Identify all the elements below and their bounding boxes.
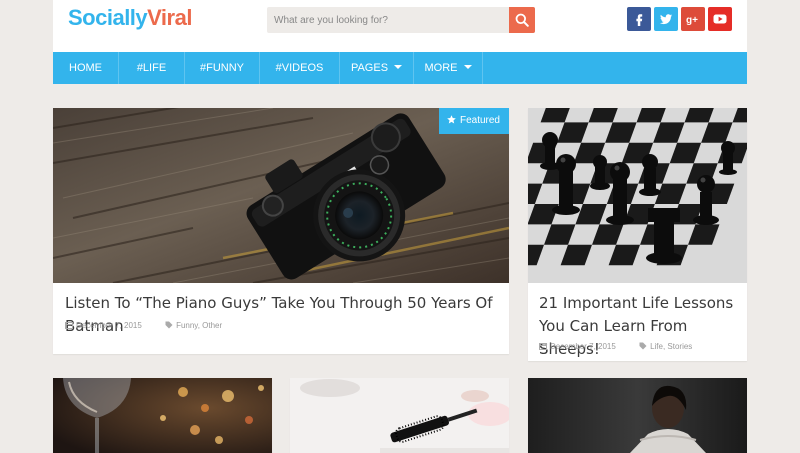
twitter-icon	[660, 14, 672, 25]
search-icon	[515, 13, 529, 27]
facebook-button[interactable]	[627, 7, 651, 31]
post-date: December 7, 2015	[550, 342, 616, 351]
calendar-icon	[539, 342, 547, 352]
tag-icon	[639, 342, 647, 352]
facebook-icon	[636, 14, 643, 26]
site-header: SociallyViral g+	[53, 0, 747, 52]
site-logo[interactable]: SociallyViral	[68, 5, 192, 31]
search-box	[267, 7, 535, 33]
chevron-down-icon	[463, 65, 472, 69]
post-card[interactable]: 21 Important Life Lessons You Can Learn …	[528, 108, 747, 361]
youtube-button[interactable]	[708, 7, 732, 31]
post-card[interactable]	[528, 378, 747, 453]
camera-image	[53, 108, 509, 283]
post-thumbnail-chess[interactable]	[528, 108, 747, 283]
main-navigation: HOME #LIFE #FUNNY #VIDEOS PAGES MORE	[53, 52, 747, 84]
nav-item-life[interactable]: #LIFE	[119, 52, 185, 84]
post-meta: December 7, 2015 Funny, Other	[65, 321, 222, 331]
post-card[interactable]	[53, 378, 272, 453]
post-title[interactable]: Listen To “The Piano Guys” Take You Thro…	[65, 292, 505, 338]
post-categories[interactable]: Funny, Other	[176, 321, 222, 330]
post-categories[interactable]: Life, Stories	[650, 342, 692, 351]
post-thumbnail-mascara[interactable]	[290, 378, 509, 453]
nav-item-more[interactable]: MORE	[414, 52, 483, 84]
search-button[interactable]	[509, 7, 535, 33]
post-card[interactable]	[290, 378, 509, 453]
post-card[interactable]: Featured Listen To “The Piano Guys” Take…	[53, 108, 509, 354]
svg-text:g+: g+	[686, 15, 698, 26]
nav-item-home[interactable]: HOME	[53, 52, 119, 84]
post-thumbnail-wine[interactable]	[53, 378, 272, 453]
post-thumbnail-camera[interactable]	[53, 108, 509, 283]
post-meta: December 7, 2015 Life, Stories	[539, 342, 692, 352]
featured-badge: Featured	[438, 108, 509, 134]
youtube-icon	[713, 14, 727, 24]
nav-item-funny[interactable]: #FUNNY	[185, 52, 260, 84]
search-input[interactable]	[267, 7, 503, 33]
nav-item-pages[interactable]: PAGES	[340, 52, 414, 84]
star-icon	[447, 115, 456, 124]
tag-icon	[165, 321, 173, 331]
chess-image	[528, 108, 747, 283]
post-date: December 7, 2015	[76, 321, 142, 330]
google-plus-button[interactable]: g+	[681, 7, 705, 31]
twitter-button[interactable]	[654, 7, 678, 31]
chevron-down-icon	[394, 65, 403, 69]
post-thumbnail-portrait[interactable]	[528, 378, 747, 453]
google-plus-icon: g+	[686, 15, 698, 26]
nav-item-videos[interactable]: #VIDEOS	[260, 52, 340, 84]
calendar-icon	[65, 321, 73, 331]
